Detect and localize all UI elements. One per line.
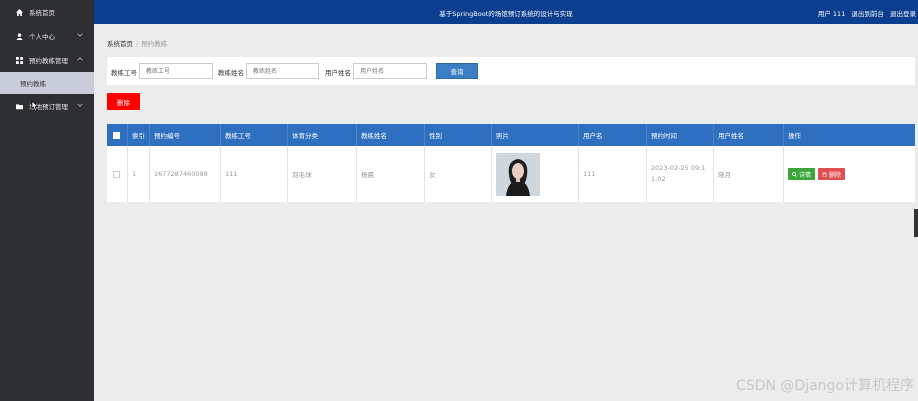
header-photo: 照片 bbox=[492, 124, 579, 146]
user-name-label: 用户姓名 bbox=[325, 69, 351, 77]
cell-index: 1 bbox=[128, 146, 150, 202]
sidebar: 系统首页 个人中心 预约教练管理 预约教练 场地预订管理 bbox=[0, 0, 94, 401]
current-user: 用户 111 bbox=[817, 10, 846, 18]
top-bar: 基于SpringBoot的场馆预订系统的设计与实现 用户 111 退出到前台 退… bbox=[94, 0, 918, 24]
cell-booking-no: 1677287460098 bbox=[150, 146, 221, 202]
detail-button-label: 详情 bbox=[799, 171, 812, 179]
header-checkbox-cell bbox=[107, 124, 128, 146]
detail-button[interactable]: 详情 bbox=[788, 168, 816, 180]
sidebar-item-venue-booking[interactable]: 场地预订管理 bbox=[0, 94, 94, 118]
header-username: 用户名 bbox=[579, 124, 647, 146]
coach-id-label: 教练工号 bbox=[111, 69, 137, 77]
home-icon bbox=[16, 8, 23, 16]
coach-name-label: 教练姓名 bbox=[218, 69, 244, 77]
header-coach-id: 教练工号 bbox=[221, 124, 288, 146]
search-panel: 教练工号 教练姓名 用户姓名 查询 bbox=[107, 57, 915, 85]
top-bar-actions: 用户 111 退出到前台 退出登录 bbox=[814, 8, 916, 18]
breadcrumb-separator: / bbox=[136, 40, 139, 48]
cell-category: 羽毛球 bbox=[288, 146, 357, 202]
chevron-up-icon bbox=[77, 56, 85, 64]
cell-coach-id: 111 bbox=[221, 146, 288, 202]
logout-link[interactable]: 退出登录 bbox=[890, 10, 916, 18]
mouse-cursor-icon bbox=[30, 100, 39, 114]
row-checkbox[interactable] bbox=[113, 170, 120, 178]
cell-photo bbox=[492, 146, 579, 202]
sidebar-item-label: 个人中心 bbox=[29, 33, 55, 41]
header-time: 预约时间 bbox=[647, 124, 714, 146]
table-row: 1 1677287460098 111 羽毛球 杨晨 女 111 2023-02… bbox=[107, 146, 915, 202]
sidebar-item-label: 预约教练管理 bbox=[29, 57, 68, 65]
breadcrumb-home[interactable]: 系统首页 bbox=[107, 40, 133, 48]
header-booking-no: 预约编号 bbox=[150, 124, 221, 146]
batch-delete-button[interactable]: 删除 bbox=[107, 93, 140, 110]
cell-gender: 女 bbox=[425, 146, 492, 202]
select-all-checkbox[interactable] bbox=[113, 131, 120, 139]
watermark: CSDN @Django计算机程序 bbox=[736, 378, 914, 394]
sidebar-item-label: 系统首页 bbox=[29, 9, 55, 17]
sidebar-item-coach-booking[interactable]: 预约教练管理 bbox=[0, 48, 94, 72]
header-gender: 性别 bbox=[425, 124, 492, 146]
header-index: 索引 bbox=[128, 124, 150, 146]
scroll-handle[interactable] bbox=[914, 209, 918, 237]
header-user-name: 用户姓名 bbox=[714, 124, 784, 146]
coach-name-input[interactable] bbox=[246, 63, 319, 79]
delete-button-label: 删除 bbox=[829, 171, 842, 179]
cell-actions: 详情 删除 bbox=[784, 146, 915, 202]
chevron-down-icon bbox=[77, 102, 85, 110]
booking-table: 索引 预约编号 教练工号 体育分类 教练姓名 性别 照片 用户名 预约时间 用户… bbox=[107, 124, 915, 202]
folder-icon bbox=[16, 103, 23, 110]
app-title: 基于SpringBoot的场馆预订系统的设计与实现 bbox=[439, 10, 573, 18]
coach-id-input[interactable] bbox=[139, 63, 213, 79]
header-coach-name: 教练姓名 bbox=[357, 124, 425, 146]
header-actions: 操作 bbox=[788, 132, 801, 140]
back-to-front-link[interactable]: 退出到前台 bbox=[851, 10, 884, 18]
cell-user-name: 晓月 bbox=[714, 146, 784, 202]
query-button[interactable]: 查询 bbox=[436, 63, 478, 79]
header-category: 体育分类 bbox=[288, 124, 357, 146]
sidebar-subitem-coach-booking[interactable]: 预约教练 bbox=[0, 72, 94, 94]
cell-coach-name: 杨晨 bbox=[357, 146, 425, 202]
breadcrumb: 系统首页 / 预约教练 bbox=[107, 38, 167, 48]
trash-icon bbox=[822, 172, 827, 177]
search-icon bbox=[792, 171, 797, 177]
sidebar-item-home[interactable]: 系统首页 bbox=[0, 0, 94, 24]
sidebar-item-personal[interactable]: 个人中心 bbox=[0, 24, 94, 48]
chevron-down-icon bbox=[77, 32, 85, 40]
row-checkbox-cell bbox=[107, 146, 128, 202]
delete-button[interactable]: 删除 bbox=[818, 168, 846, 180]
grid-icon bbox=[16, 56, 23, 64]
cell-username: 111 bbox=[579, 146, 647, 202]
coach-photo bbox=[496, 152, 540, 196]
user-icon bbox=[16, 32, 23, 40]
table-header: 索引 预约编号 教练工号 体育分类 教练姓名 性别 照片 用户名 预约时间 用户… bbox=[107, 124, 915, 146]
user-name-input[interactable] bbox=[353, 63, 427, 79]
breadcrumb-current: 预约教练 bbox=[141, 40, 168, 48]
cell-time: 2023-02-25 09:11:02 bbox=[647, 146, 714, 202]
